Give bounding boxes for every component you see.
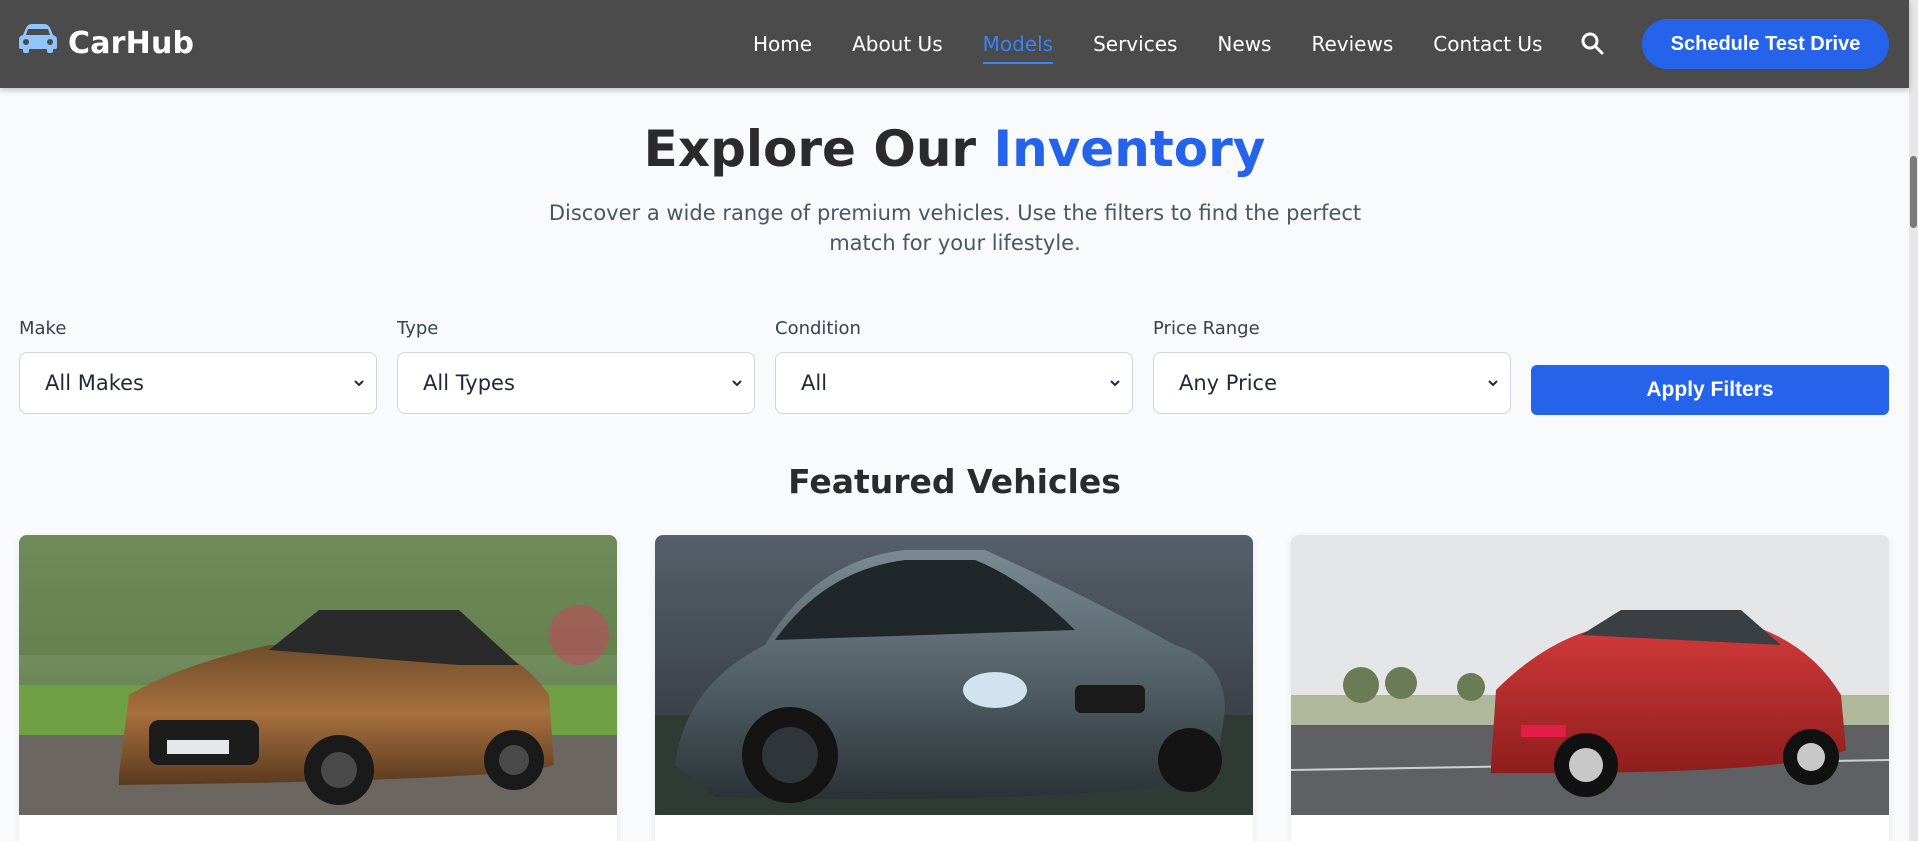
- price-select-value: Any Price: [1179, 371, 1278, 395]
- vehicle-image-compact-suv: [1291, 535, 1889, 815]
- filter-make-label: Make: [19, 318, 67, 339]
- filter-make: Make All Makes: [19, 318, 377, 414]
- navbar: CarHub Home About Us Models Services New…: [0, 0, 1909, 88]
- nav-home[interactable]: Home: [753, 32, 812, 56]
- nav-contact-us[interactable]: Contact Us: [1433, 32, 1542, 56]
- car-icon: [19, 23, 57, 53]
- vehicle-card[interactable]: [1291, 535, 1889, 841]
- title-accent: Inventory: [993, 120, 1266, 178]
- vehicle-card[interactable]: [19, 535, 617, 841]
- schedule-test-drive-button[interactable]: Schedule Test Drive: [1642, 19, 1889, 69]
- brand-name: CarHub: [68, 26, 195, 61]
- nav-about-us[interactable]: About Us: [852, 32, 943, 56]
- type-select[interactable]: All Types: [397, 352, 755, 414]
- scrollbar-thumb[interactable]: [1910, 156, 1917, 228]
- filter-condition-label: Condition: [775, 318, 861, 339]
- vehicle-card[interactable]: [655, 535, 1253, 841]
- nav-services[interactable]: Services: [1093, 32, 1177, 56]
- filter-price-range: Price Range Any Price: [1153, 318, 1511, 414]
- filter-type-label: Type: [397, 318, 439, 339]
- brand-logo[interactable]: CarHub: [18, 14, 194, 61]
- make-select[interactable]: All Makes: [19, 352, 377, 414]
- vehicle-image-luxury-sedan: [19, 535, 617, 815]
- filter-type: Type All Types: [397, 318, 755, 414]
- condition-select-value: All: [801, 371, 828, 395]
- featured-vehicles-heading: Featured Vehicles: [788, 462, 1121, 501]
- main-nav: Home About Us Models Services News Revie…: [753, 0, 1582, 88]
- page-subtitle: Discover a wide range of premium vehicle…: [548, 201, 1362, 255]
- search-icon[interactable]: [1580, 31, 1604, 55]
- title-main: Explore Our: [643, 120, 994, 178]
- nav-news[interactable]: News: [1217, 32, 1271, 56]
- chevron-down-icon: [1488, 380, 1498, 387]
- type-select-value: All Types: [423, 371, 515, 395]
- filter-price-label: Price Range: [1153, 318, 1260, 339]
- vehicle-image-sports-coupe: [655, 535, 1253, 815]
- nav-reviews[interactable]: Reviews: [1311, 32, 1393, 56]
- page-scrollbar[interactable]: [1909, 0, 1918, 841]
- page-title: Explore Our Inventory: [0, 120, 1909, 178]
- make-select-value: All Makes: [45, 371, 144, 395]
- chevron-down-icon: [732, 380, 742, 387]
- condition-select[interactable]: All: [775, 352, 1133, 414]
- chevron-down-icon: [1110, 380, 1120, 387]
- apply-filters-button[interactable]: Apply Filters: [1531, 365, 1889, 415]
- price-range-select[interactable]: Any Price: [1153, 352, 1511, 414]
- nav-models[interactable]: Models: [982, 32, 1054, 64]
- chevron-down-icon: [354, 380, 364, 387]
- filter-condition: Condition All: [775, 318, 1133, 414]
